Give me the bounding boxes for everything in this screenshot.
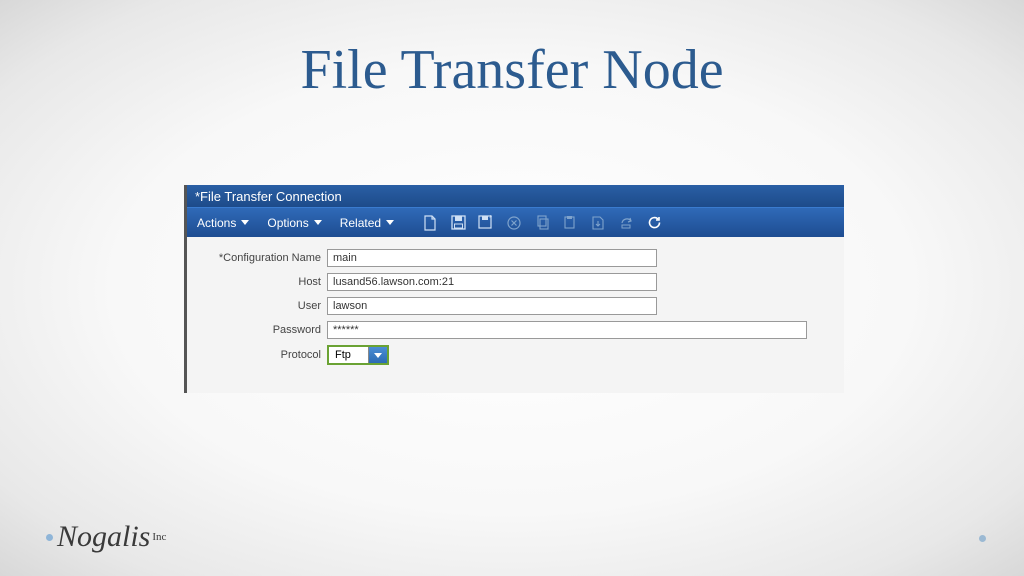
protocol-selected: Ftp: [329, 347, 369, 363]
save-icon[interactable]: [450, 215, 466, 231]
brand-name: Nogalis: [57, 520, 150, 554]
copy-icon[interactable]: [534, 215, 550, 231]
caret-down-icon: [314, 220, 322, 225]
menu-options-label: Options: [267, 216, 308, 230]
menu-actions[interactable]: Actions: [197, 216, 249, 230]
toolbar: Actions Options Related *: [187, 207, 844, 237]
row-password: Password: [197, 321, 830, 339]
label-protocol: Protocol: [197, 349, 327, 361]
logo-dot-icon: [46, 534, 53, 541]
toolbar-icon-group: *: [422, 215, 662, 231]
protocol-dropdown-button[interactable]: [369, 347, 387, 363]
caret-down-icon: [374, 353, 382, 358]
caret-down-icon: [241, 220, 249, 225]
input-password[interactable]: [327, 321, 807, 339]
form-body: *Configuration Name Host User Password P…: [187, 237, 844, 393]
label-password: Password: [197, 324, 327, 336]
input-user[interactable]: [327, 297, 657, 315]
footer-logo: Nogalis Inc: [46, 520, 166, 554]
refresh-icon[interactable]: [646, 215, 662, 231]
protocol-dropdown[interactable]: Ftp: [327, 345, 389, 365]
save-as-icon[interactable]: *: [478, 215, 494, 231]
paste-icon[interactable]: [562, 215, 578, 231]
new-document-icon[interactable]: [422, 215, 438, 231]
input-config-name[interactable]: [327, 249, 657, 267]
row-user: User: [197, 297, 830, 315]
decorative-dot: [979, 535, 986, 542]
label-user: User: [197, 300, 327, 312]
row-protocol: Protocol Ftp: [197, 345, 830, 365]
export-icon[interactable]: [590, 215, 606, 231]
slide-title: File Transfer Node: [0, 0, 1024, 102]
import-icon[interactable]: [618, 215, 634, 231]
row-config-name: *Configuration Name: [197, 249, 830, 267]
menu-actions-label: Actions: [197, 216, 236, 230]
input-host[interactable]: [327, 273, 657, 291]
file-transfer-window: *File Transfer Connection Actions Option…: [184, 185, 844, 393]
window-titlebar: *File Transfer Connection: [187, 185, 844, 207]
svg-text:*: *: [489, 215, 492, 223]
label-config-name: *Configuration Name: [197, 252, 327, 264]
menu-related-label: Related: [340, 216, 381, 230]
delete-icon[interactable]: [506, 215, 522, 231]
menu-options[interactable]: Options: [267, 216, 321, 230]
brand-suffix: Inc: [152, 531, 166, 543]
window-title: *File Transfer Connection: [195, 189, 342, 204]
label-host: Host: [197, 276, 327, 288]
row-host: Host: [197, 273, 830, 291]
caret-down-icon: [386, 220, 394, 225]
menu-related[interactable]: Related: [340, 216, 394, 230]
